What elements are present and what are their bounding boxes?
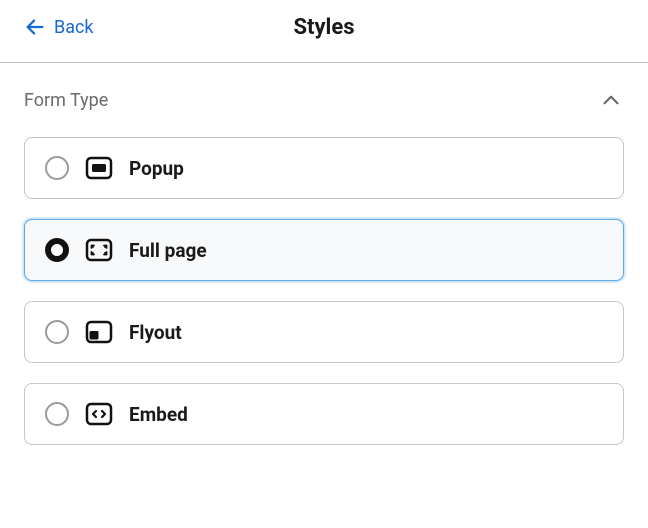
embed-icon [85,400,113,428]
arrow-left-icon [24,16,46,38]
option-fullpage[interactable]: Full page [24,219,624,281]
popup-icon [85,154,113,182]
chevron-up-icon [598,87,624,113]
section-header-form-type[interactable]: Form Type [24,87,624,113]
back-label: Back [54,17,94,38]
radio-popup[interactable] [45,156,69,180]
radio-embed[interactable] [45,402,69,426]
fullpage-icon [85,236,113,264]
section-title: Form Type [24,90,108,111]
radio-flyout[interactable] [45,320,69,344]
radio-fullpage[interactable] [45,238,69,262]
option-label-flyout: Flyout [129,321,182,344]
form-type-section: Form Type Popup Full page Flyout [0,63,648,445]
option-label-fullpage: Full page [129,239,207,262]
option-embed[interactable]: Embed [24,383,624,445]
option-popup[interactable]: Popup [24,137,624,199]
page-title: Styles [0,15,648,40]
flyout-icon [85,318,113,346]
header-bar: Back Styles [0,0,648,62]
option-label-embed: Embed [129,403,188,426]
option-label-popup: Popup [129,157,184,180]
option-flyout[interactable]: Flyout [24,301,624,363]
back-button[interactable]: Back [24,16,94,38]
